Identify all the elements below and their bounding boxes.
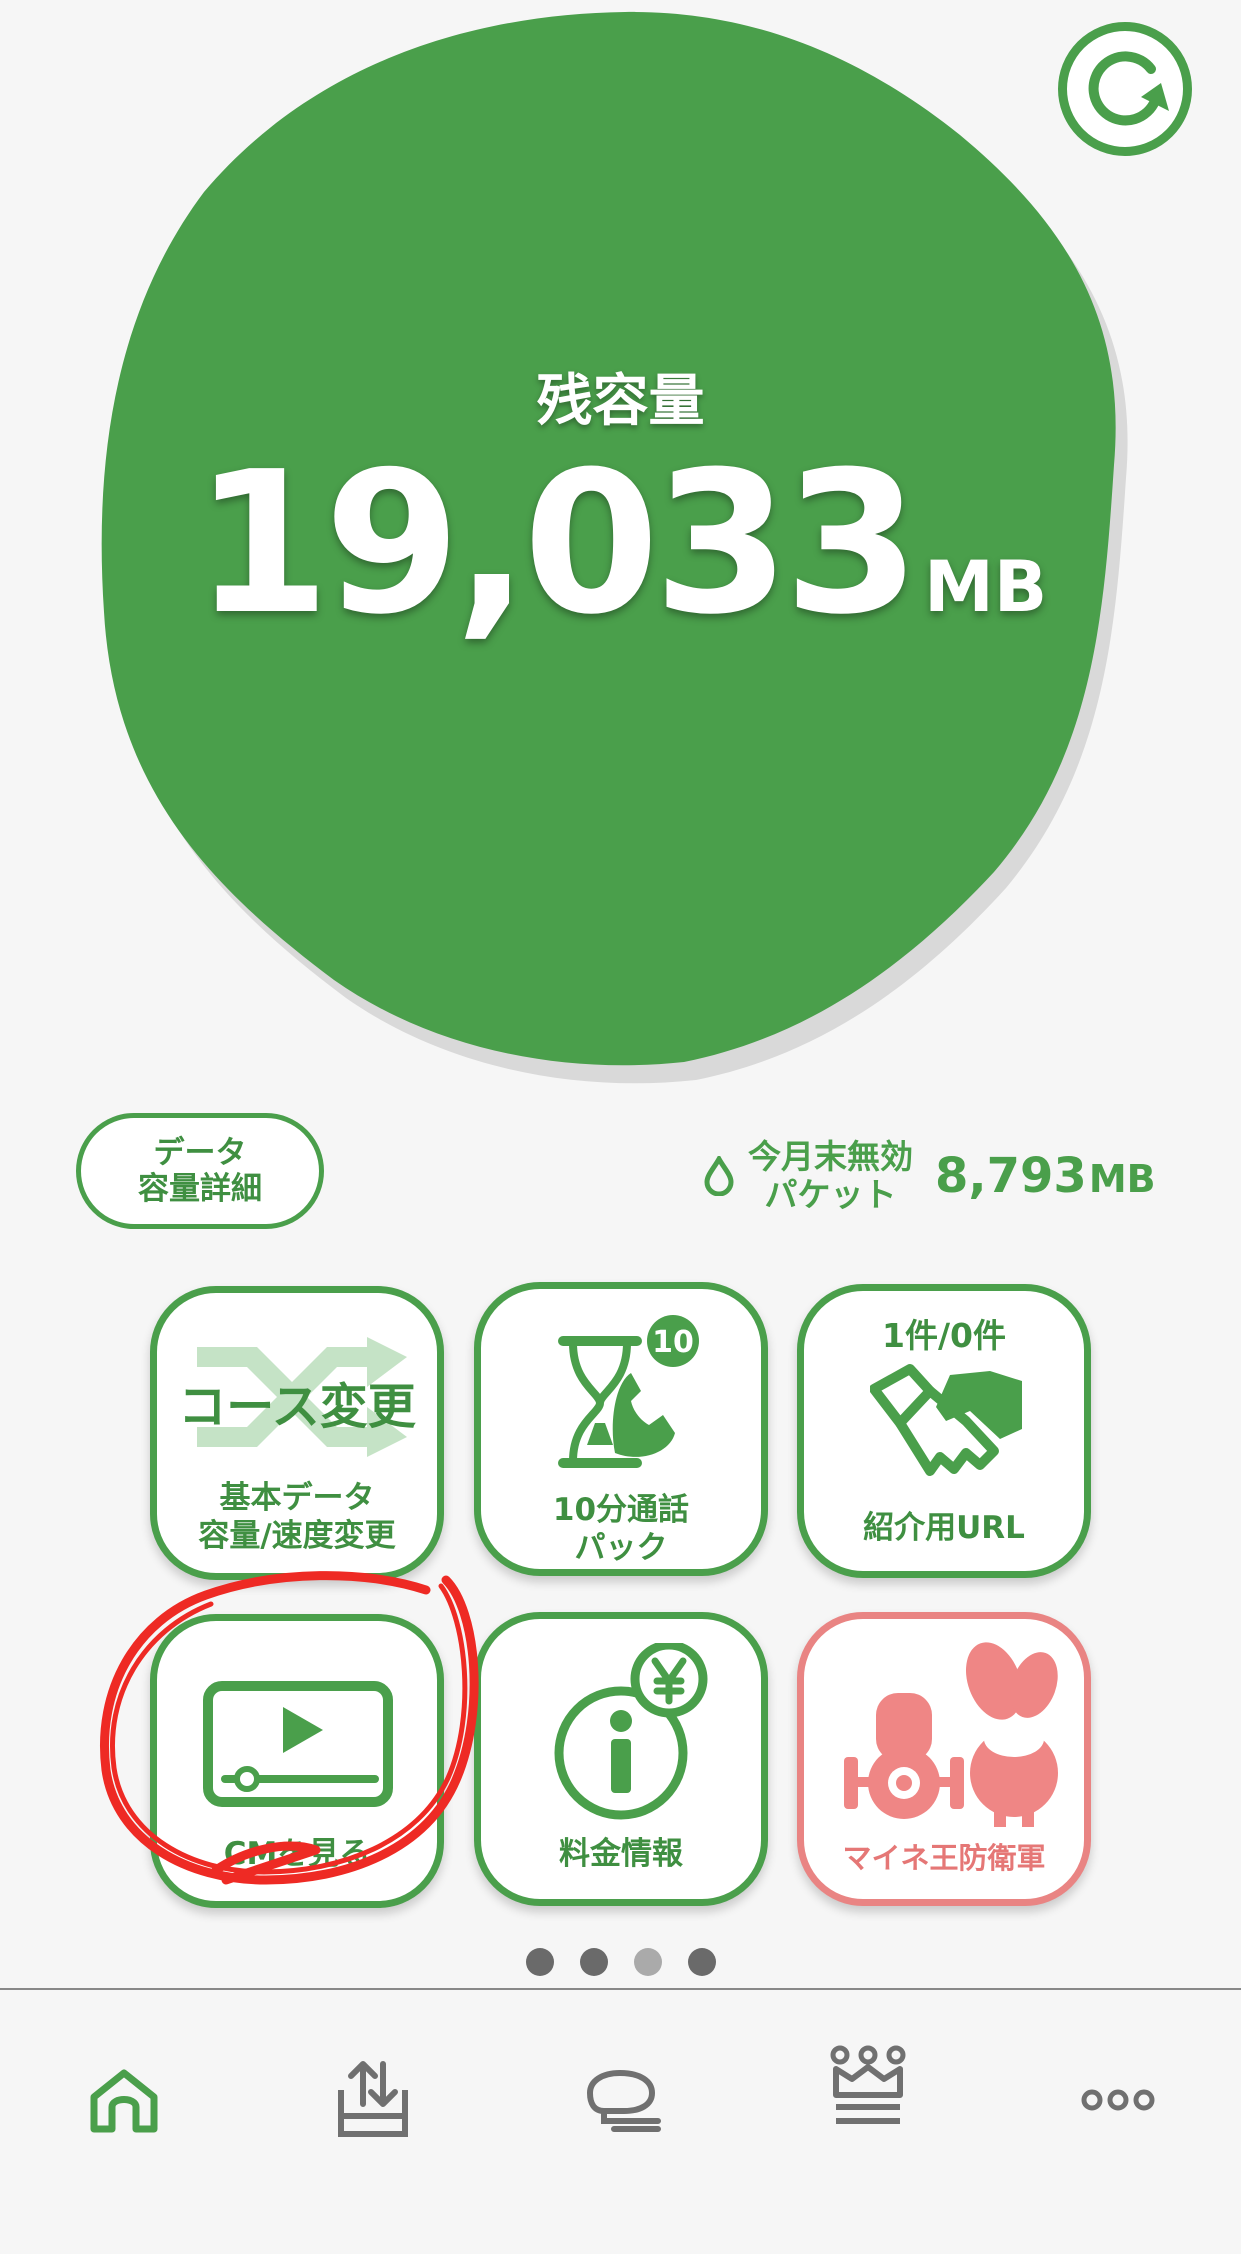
- expiring-packets: 今月末無効 パケット 8,793MB: [702, 1136, 1156, 1216]
- home-tab[interactable]: [74, 2050, 174, 2150]
- page-indicator: [0, 1948, 1241, 1976]
- remaining-capacity-number: 19,033: [193, 430, 920, 658]
- red-circle-annotation: [100, 1571, 479, 1885]
- expiring-packets-label: 今月末無効 パケット: [748, 1138, 913, 1214]
- more-dots-icon: [1081, 2089, 1155, 2111]
- course-change-tile[interactable]: コース変更 基本データ 容量/速度変更: [150, 1286, 444, 1580]
- course-change-title: コース変更: [178, 1379, 416, 1435]
- refresh-icon: [1088, 51, 1169, 126]
- referral-url-tile[interactable]: 1件/0件 紹介用URL: [797, 1284, 1091, 1578]
- expiring-value-unit: MB: [1088, 1157, 1156, 1201]
- expiring-value-number: 8,793: [935, 1148, 1087, 1204]
- share-tab[interactable]: [323, 2050, 423, 2150]
- expiring-label-line2: パケット: [764, 1175, 897, 1214]
- mascot-robot-icon: [844, 1642, 1058, 1827]
- call-pack-tile[interactable]: 10 10分通話 パック: [474, 1282, 768, 1576]
- droplet-icon: [704, 1156, 734, 1196]
- detail-button-line2: 容量詳細: [138, 1171, 262, 1207]
- fee-info-tile[interactable]: 料金情報: [474, 1612, 768, 1906]
- mineo-defense-caption: マイネ王防衛軍: [842, 1841, 1046, 1875]
- detail-button-line1: データ: [153, 1135, 247, 1171]
- refresh-button[interactable]: [1058, 22, 1192, 156]
- handshake-icon: [870, 1364, 1022, 1476]
- bottom-tab-bar: [0, 1988, 1241, 2254]
- upload-download-icon: [338, 2061, 408, 2137]
- remaining-capacity-value: 19,033 MB: [0, 430, 1241, 658]
- expiring-packets-value: 8,793MB: [935, 1148, 1156, 1204]
- call-pack-caption2: パック: [574, 1530, 668, 1566]
- page-dot[interactable]: [687, 1948, 716, 1976]
- data-capacity-detail-button[interactable]: データ 容量詳細: [76, 1113, 324, 1229]
- mineo-defense-tile[interactable]: マイネ王防衛軍: [797, 1612, 1091, 1906]
- remaining-capacity-label: 残容量: [536, 369, 705, 434]
- more-tab[interactable]: [1068, 2050, 1168, 2150]
- hourglass-phone-icon: 10: [558, 1315, 699, 1468]
- remaining-capacity-unit: MB: [924, 546, 1048, 628]
- info-yen-icon: [554, 1643, 708, 1820]
- call-pack-badge: 10: [652, 1325, 694, 1360]
- fee-info-caption: 料金情報: [559, 1836, 683, 1872]
- call-pack-caption1: 10分通話: [552, 1492, 690, 1528]
- expiring-label-line1: 今月末無効: [748, 1137, 913, 1176]
- page-dot[interactable]: [579, 1948, 608, 1976]
- chat-icon: [586, 2069, 661, 2132]
- page-dot-active[interactable]: [633, 1948, 662, 1976]
- course-change-caption1: 基本データ: [219, 1480, 375, 1516]
- crown-tab[interactable]: [818, 2036, 918, 2136]
- home-icon: [90, 2069, 158, 2133]
- page-dot[interactable]: [525, 1948, 554, 1976]
- chat-tab[interactable]: [573, 2050, 673, 2150]
- referral-count: 1件/0件: [882, 1316, 1006, 1355]
- referral-caption: 紹介用URL: [863, 1510, 1025, 1546]
- crown-icon: [830, 2045, 906, 2124]
